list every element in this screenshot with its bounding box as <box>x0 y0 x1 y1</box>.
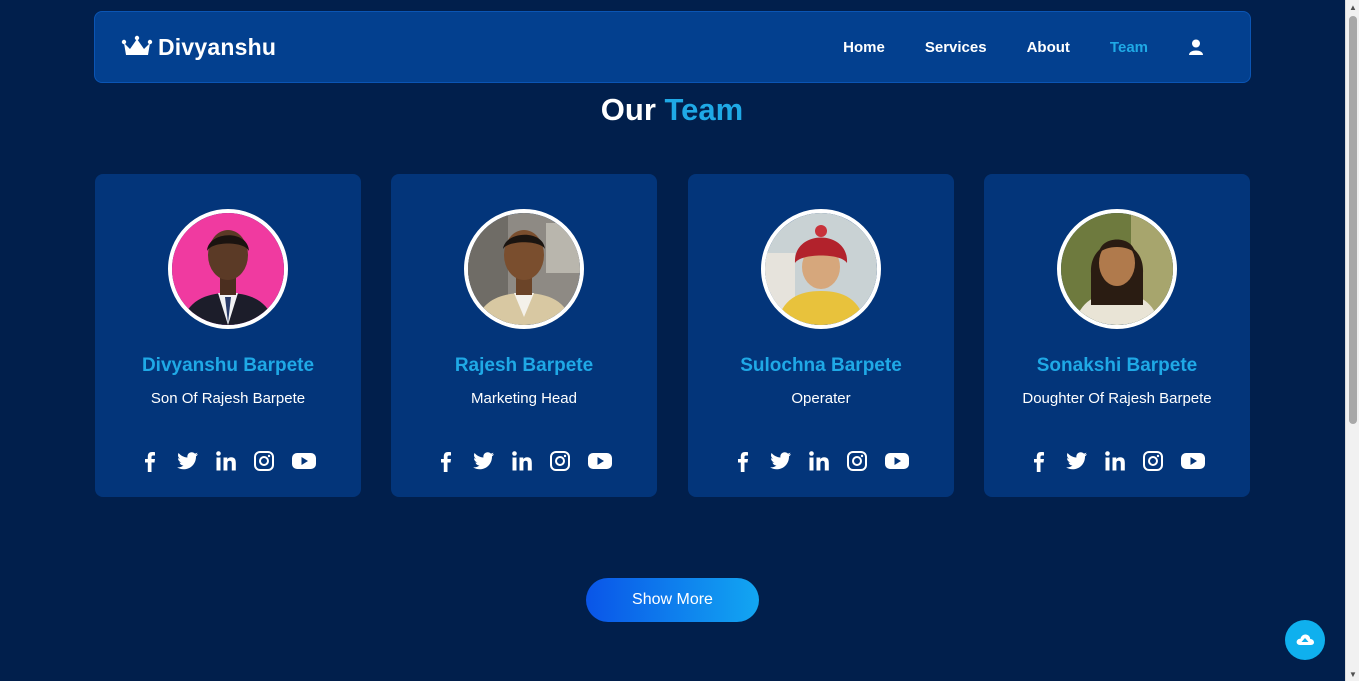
nav-links: Home Services About Team <box>803 39 1204 56</box>
show-more-button[interactable]: Show More <box>586 578 759 622</box>
facebook-icon[interactable] <box>732 450 754 472</box>
nav-team[interactable]: Team <box>1110 39 1148 56</box>
twitter-icon[interactable] <box>177 450 199 472</box>
twitter-icon[interactable] <box>770 450 792 472</box>
section-title-accent: Team <box>664 92 744 127</box>
member-role: Doughter Of Rajesh Barpete <box>1022 390 1212 407</box>
social-links <box>984 450 1250 472</box>
linkedin-icon[interactable] <box>808 450 830 472</box>
member-photo <box>1057 209 1177 329</box>
facebook-icon[interactable] <box>1028 450 1050 472</box>
navbar: Divyanshu Home Services About Team <box>94 11 1251 83</box>
linkedin-icon[interactable] <box>215 450 237 472</box>
social-links <box>95 450 361 472</box>
facebook-icon[interactable] <box>139 450 161 472</box>
member-name: Rajesh Barpete <box>454 355 594 376</box>
nav-home[interactable]: Home <box>843 39 885 56</box>
brand-name: Divyanshu <box>158 33 277 60</box>
linkedin-icon[interactable] <box>511 450 533 472</box>
linkedin-icon[interactable] <box>1104 450 1126 472</box>
scroll-down-arrow-icon[interactable]: ▼ <box>1346 667 1359 681</box>
scroll-up-arrow-icon[interactable]: ▲ <box>1346 0 1359 14</box>
scroll-thumb[interactable] <box>1349 16 1357 424</box>
instagram-icon[interactable] <box>253 450 275 472</box>
user-icon[interactable] <box>1188 39 1204 55</box>
youtube-icon[interactable] <box>587 450 613 472</box>
team-page: Divyanshu Home Services About Team Our T… <box>0 0 1359 681</box>
scrollbar[interactable]: ▲ ▼ <box>1345 0 1359 681</box>
social-links <box>688 450 954 472</box>
youtube-icon[interactable] <box>291 450 317 472</box>
section-title: Our Team <box>0 92 1344 128</box>
section-title-main: Our <box>600 92 656 127</box>
member-photo <box>168 209 288 329</box>
instagram-icon[interactable] <box>1142 450 1164 472</box>
youtube-icon[interactable] <box>884 450 910 472</box>
member-name: Divyanshu Barpete <box>141 355 315 376</box>
team-card: Sulochna Barpete Operater <box>688 174 954 497</box>
team-card: Sonakshi Barpete Doughter Of Rajesh Barp… <box>984 174 1250 497</box>
member-name: Sulochna Barpete <box>740 355 902 376</box>
crown-icon <box>121 35 153 55</box>
nav-about[interactable]: About <box>1027 39 1070 56</box>
member-photo <box>464 209 584 329</box>
social-links <box>391 450 657 472</box>
youtube-icon[interactable] <box>1180 450 1206 472</box>
instagram-icon[interactable] <box>846 450 868 472</box>
twitter-icon[interactable] <box>1066 450 1088 472</box>
brand[interactable]: Divyanshu <box>121 34 276 61</box>
twitter-icon[interactable] <box>473 450 495 472</box>
member-role: Operater <box>791 390 851 407</box>
member-role: Son Of Rajesh Barpete <box>150 390 306 407</box>
nav-services[interactable]: Services <box>925 39 987 56</box>
scroll-to-top-button[interactable] <box>1285 620 1325 660</box>
team-card: Rajesh Barpete Marketing Head <box>391 174 657 497</box>
member-role: Marketing Head <box>471 390 577 407</box>
member-name: Sonakshi Barpete <box>1036 355 1198 376</box>
team-card: Divyanshu Barpete Son Of Rajesh Barpete <box>95 174 361 497</box>
instagram-icon[interactable] <box>549 450 571 472</box>
member-photo <box>761 209 881 329</box>
cloud-upload-icon <box>1296 634 1314 645</box>
facebook-icon[interactable] <box>435 450 457 472</box>
